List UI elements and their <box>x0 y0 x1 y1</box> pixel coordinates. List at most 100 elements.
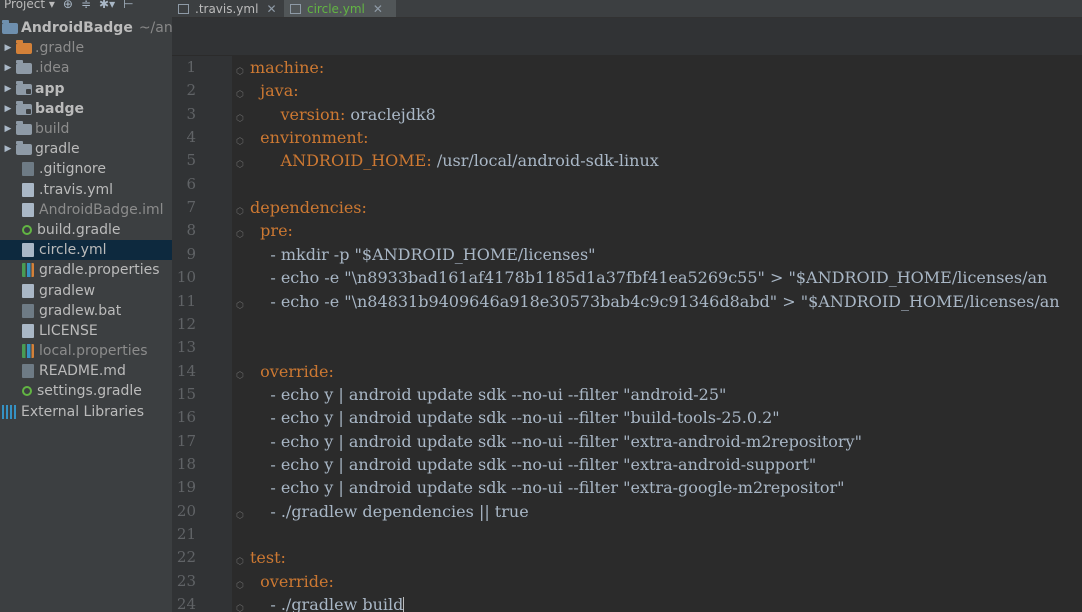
code-line: 17 - echo y | android update sdk --no-ui… <box>172 430 1082 453</box>
code-line: 23 ⬡ override: <box>172 570 1082 593</box>
tree-item[interactable]: build.gradle <box>0 220 172 240</box>
fold-marker-icon[interactable]: ⬡ <box>236 295 246 311</box>
close-icon[interactable]: ✕ <box>266 2 276 16</box>
tree-item-label: settings.gradle <box>37 383 142 400</box>
ide-window: Project ▾ ⊕ ≑ ✱▾ ⊢ AndroidBadge ~/andro … <box>0 0 1082 612</box>
hide-icon[interactable]: ⊢ <box>123 0 133 11</box>
folder-icon <box>16 60 32 75</box>
code-line: 3 ⬡ version: oraclejdk8 <box>172 103 1082 126</box>
code-text: - mkdir -p "$ANDROID_HOME/licenses" <box>250 243 595 266</box>
fold-marker-icon[interactable]: ⬡ <box>236 108 246 124</box>
tree-item[interactable]: local.properties <box>0 341 172 361</box>
expand-arrow-icon[interactable]: ▶ <box>0 84 16 94</box>
tree-item-label: .gradle <box>35 40 85 57</box>
gear-icon[interactable]: ✱▾ <box>99 0 115 11</box>
tree-item[interactable]: ▶ .idea <box>0 58 172 78</box>
code-line: 24 ⬡ - ./gradlew build <box>172 593 1082 612</box>
tree-item[interactable]: gradle.properties <box>0 260 172 280</box>
tree-item-label: gradlew.bat <box>39 302 122 319</box>
tree-item[interactable]: circle.yml <box>0 240 172 261</box>
code-text: - ./gradlew dependencies || true <box>250 500 528 523</box>
fold-marker-icon[interactable]: ⬡ <box>236 598 246 612</box>
tree-item-label: gradle.properties <box>39 262 160 279</box>
line-number: 8 <box>186 221 196 240</box>
tree-root[interactable]: AndroidBadge ~/andro <box>0 18 172 38</box>
fold-marker-icon[interactable]: ⬡ <box>236 154 246 170</box>
code-line: 15 - echo y | android update sdk --no-ui… <box>172 383 1082 406</box>
folder-icon <box>16 141 32 156</box>
tree-item-label: .gitignore <box>39 161 106 178</box>
tree-item-label: build <box>35 121 70 138</box>
text-caret <box>403 596 405 612</box>
external-libraries[interactable]: External Libraries <box>0 402 172 422</box>
tree-item-label: .travis.yml <box>39 181 114 198</box>
expand-arrow-icon[interactable]: ▶ <box>0 43 16 53</box>
yaml-key: ANDROID_HOME: <box>250 151 432 171</box>
tab-travis-yml[interactable]: .travis.yml ✕ <box>172 0 292 17</box>
expand-arrow-icon[interactable]: ▶ <box>0 104 16 114</box>
tree-item[interactable]: settings.gradle <box>0 381 172 401</box>
expand-arrow-icon[interactable]: ▶ <box>0 144 16 154</box>
tree-item[interactable]: ▶ badge <box>0 99 172 119</box>
tree-item[interactable]: ▶ app <box>0 79 172 99</box>
collapse-icon[interactable]: ≑ <box>81 0 91 11</box>
line-number: 24 <box>176 595 196 612</box>
code-text: - echo -e "\n8933bad161af4178b1185d1a37f… <box>250 266 1047 289</box>
line-number: 15 <box>176 384 196 403</box>
tree-item[interactable]: .gitignore <box>0 159 172 179</box>
fold-marker-icon[interactable]: ⬡ <box>236 575 246 591</box>
tree-item[interactable]: gradlew <box>0 280 172 300</box>
tree-item-label: gradle <box>35 141 80 158</box>
line-number: 21 <box>176 525 196 543</box>
target-icon[interactable]: ⊕ <box>63 0 73 11</box>
expand-arrow-icon[interactable]: ▶ <box>0 124 16 134</box>
tree-item[interactable]: .travis.yml <box>0 180 172 200</box>
file-icon <box>22 364 34 379</box>
yml-file-icon <box>290 3 301 14</box>
project-view-selector[interactable]: Project ▾ <box>4 0 55 11</box>
line-number: 23 <box>176 571 196 590</box>
line-number: 1 <box>186 58 196 76</box>
code-text: ANDROID_HOME: /usr/local/android-sdk-lin… <box>250 149 659 172</box>
code-line: 18 - echo y | android update sdk --no-ui… <box>172 453 1082 476</box>
fold-marker-icon[interactable]: ⬡ <box>236 505 246 521</box>
code-line: 16 - echo y | android update sdk --no-ui… <box>172 406 1082 429</box>
external-libraries-label: External Libraries <box>21 403 144 420</box>
fold-marker-icon[interactable]: ⬡ <box>236 84 246 100</box>
code-text: override: <box>250 570 334 593</box>
fold-marker-icon[interactable]: ⬡ <box>236 131 246 147</box>
chevron-down-icon: ▾ <box>48 0 55 11</box>
fold-marker-icon[interactable]: ⬡ <box>236 365 246 381</box>
tab-circle-yml[interactable]: circle.yml ✕ <box>284 0 396 17</box>
code-text: - echo y | android update sdk --no-ui --… <box>250 430 862 453</box>
fold-marker-icon[interactable]: ⬡ <box>236 61 246 77</box>
yml-file-icon <box>178 3 189 14</box>
yaml-key: override: <box>250 361 334 381</box>
code-text: - echo y | android update sdk --no-ui --… <box>250 476 845 499</box>
project-folder-icon <box>2 20 18 35</box>
tree-item[interactable]: README.md <box>0 361 172 381</box>
line-number: 2 <box>186 81 196 100</box>
tree-item[interactable]: LICENSE <box>0 321 172 341</box>
yaml-key: version: <box>250 104 346 124</box>
yaml-key: environment: <box>250 128 369 148</box>
tree-item[interactable]: AndroidBadge.iml <box>0 200 172 220</box>
code-line: 14 ⬡ override: <box>172 360 1082 383</box>
tree-item[interactable]: ▶ gradle <box>0 139 172 159</box>
code-editor[interactable]: 1 ⬡ machine: 2 ⬡ java: 3 ⬡ version: oraclejdk8… <box>172 56 1082 612</box>
code-text: java: <box>250 79 298 102</box>
line-number: 22 <box>176 548 196 567</box>
yaml-value: - echo y | android update sdk --no-ui --… <box>250 478 845 498</box>
fold-marker-icon[interactable]: ⬡ <box>236 224 246 240</box>
code-text: version: oraclejdk8 <box>250 103 436 126</box>
yaml-key: test: <box>250 548 286 568</box>
fold-marker-icon[interactable]: ⬡ <box>236 201 246 217</box>
tree-item[interactable]: ▶ .gradle <box>0 38 172 58</box>
fold-marker-icon[interactable]: ⬡ <box>236 551 246 567</box>
code-text: override: <box>250 360 334 383</box>
code-line: 22 ⬡ test: <box>172 546 1082 569</box>
close-icon[interactable]: ✕ <box>373 2 383 16</box>
tree-item[interactable]: gradlew.bat <box>0 301 172 321</box>
tree-item[interactable]: ▶ build <box>0 119 172 139</box>
expand-arrow-icon[interactable]: ▶ <box>0 63 16 73</box>
